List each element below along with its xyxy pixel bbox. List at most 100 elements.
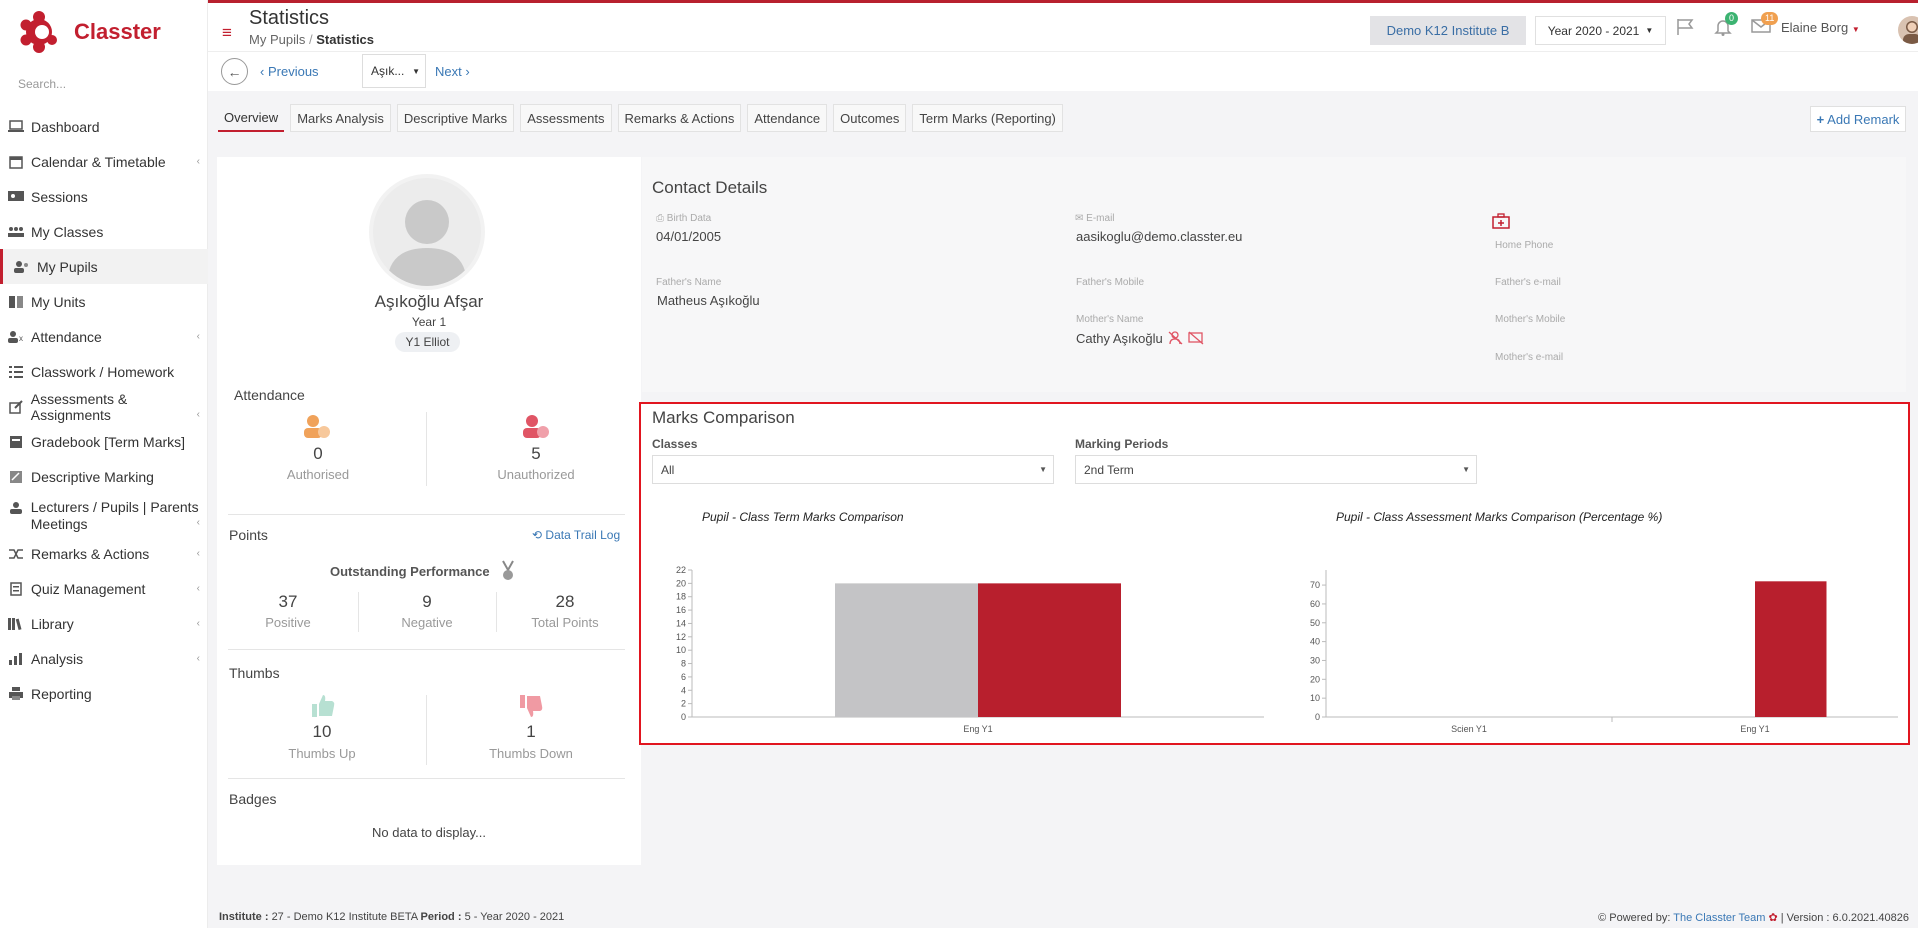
chevron-left-icon: ‹ [196,618,200,629]
pupil-class-badge: Y1 Elliot [395,332,460,352]
assessment-marks-chart: 0 10 20 30 40 50 60 70 Scien Y1 Eng Y1 [1310,570,1898,734]
sidebar-item-attendance[interactable]: x Attendance ‹ [0,319,208,354]
year-selector[interactable]: Year 2020 - 2021 ▼ [1535,16,1666,45]
thumbs-down-label: Thumbs Down [489,746,573,761]
sidebar-item-classwork[interactable]: Classwork / Homework [0,354,208,389]
marking-periods-label: Marking Periods [1075,437,1169,451]
classes-select[interactable]: All ▼ [652,455,1054,484]
hamburger-menu-icon[interactable]: ≡ [222,23,232,43]
birth-date-label-text: Birth Data [666,213,712,224]
sidebar-item-label: Sessions [31,188,88,205]
quiz-icon [8,581,24,596]
pupil-selector-value: Aşık... [371,64,405,78]
chevron-left-icon: ‹ [196,548,200,559]
shuffle-icon [8,547,24,561]
sidebar-item-my-pupils[interactable]: My Pupils [0,249,208,284]
caret-down-icon: ▼ [1039,465,1047,474]
next-button[interactable]: Next › [435,64,470,79]
library-icon [8,617,24,631]
thumbs-down-count: 1 [526,722,536,741]
negative-count: 9 [422,592,432,611]
avatar[interactable] [1898,16,1918,44]
sidebar-item-my-units[interactable]: My Units [0,284,208,319]
tab-remarks-actions[interactable]: Remarks & Actions [617,104,742,132]
tab-attendance[interactable]: Attendance [747,104,828,132]
sidebar-item-my-classes[interactable]: My Classes [0,214,208,249]
back-button[interactable]: ← [221,58,248,85]
x-tick-label: Scien Y1 [1451,724,1487,734]
app-logo[interactable]: Classter [18,10,178,54]
sidebar-item-library[interactable]: Library ‹ [0,606,208,641]
caret-down-icon: ▼ [1645,26,1654,35]
medical-kit-icon[interactable] [1492,213,1510,232]
sidebar-item-label: Dashboard [31,118,100,135]
y-tick-label: 10 [1310,693,1320,703]
add-remark-button[interactable]: + Add Remark [1810,106,1906,132]
tab-overview[interactable]: Overview [218,104,285,132]
classter-logo-icon [18,11,60,53]
tab-outcomes[interactable]: Outcomes [833,104,907,132]
sidebar-item-analysis[interactable]: Analysis ‹ [0,641,208,676]
sidebar-item-sessions[interactable]: Sessions [0,179,208,214]
data-trail-log-link[interactable]: ⟲ Data Trail Log [532,528,620,542]
chevron-left-icon: ‹ [196,409,200,420]
divider [426,695,427,765]
home-phone-label: Home Phone [1495,240,1554,251]
pupil-selector[interactable]: Aşık... ▼ [362,54,426,88]
y-tick-label: 0 [1315,712,1320,722]
footer-powered-link[interactable]: The Classter Team [1673,912,1765,924]
previous-button[interactable]: ‹ Previous [260,64,319,79]
sidebar-item-descriptive-marking[interactable]: Descriptive Marking [0,459,208,494]
sidebar-item-label: My Classes [31,223,104,240]
tab-term-marks[interactable]: Term Marks (Reporting) [912,104,1063,132]
birth-date-label: ⎙ Birth Data [656,213,711,224]
breadcrumb-my-pupils[interactable]: My Pupils [249,32,305,47]
tab-descriptive-marks[interactable]: Descriptive Marks [396,104,515,132]
edit-icon [8,399,24,414]
sidebar-item-meetings[interactable]: Lecturers / Pupils | Parents Meetings ‹ [0,494,208,536]
sidebar-item-quiz[interactable]: Quiz Management ‹ [0,571,208,606]
marking-periods-select[interactable]: 2nd Term ▼ [1075,455,1477,484]
divider [228,514,625,515]
total-points-count: 28 [555,592,575,611]
print-icon [8,686,24,701]
sidebar-search-input[interactable]: Search... [18,77,66,91]
contact-details-title: Contact Details [652,178,768,197]
divider [358,592,359,632]
message-slash-icon[interactable] [1188,331,1204,348]
tab-marks-analysis[interactable]: Marks Analysis [290,104,391,132]
sidebar-item-remarks[interactable]: Remarks & Actions ‹ [0,536,208,571]
chevron-right-icon: › [465,64,470,79]
institute-selector[interactable]: Demo K12 Institute B [1370,16,1526,45]
user-menu[interactable]: Elaine Borg ▼ [1781,20,1860,35]
y-tick-label: 40 [1310,637,1320,647]
sidebar-item-calendar[interactable]: Calendar & Timetable ‹ [0,144,208,179]
breadcrumb-current: Statistics [316,32,375,47]
positive-label: Positive [265,615,311,630]
authorised-count: 0 [313,444,323,463]
calendar-icon [8,155,24,169]
app-name: Classter [74,19,161,44]
envelope-icon: ✉ [1075,213,1084,224]
tab-assessments[interactable]: Assessments [520,104,612,132]
sidebar-item-label: Descriptive Marking [31,468,154,485]
chevron-left-icon: ‹ [196,331,200,342]
unauthorized-user-icon [521,414,551,443]
laptop-icon [8,120,24,134]
user-slash-icon[interactable] [1168,331,1184,348]
sidebar-item-label: Gradebook [Term Marks] [31,433,186,450]
mother-mobile-label: Mother's Mobile [1495,314,1566,325]
footer-powered-label: Powered by: [1609,912,1671,924]
thumbs-title: Thumbs [229,665,280,681]
sidebar-item-dashboard[interactable]: Dashboard [0,109,208,144]
y-tick-label: 16 [676,605,686,615]
sidebar-item-reporting[interactable]: Reporting [0,676,208,711]
sidebar-item-assessments[interactable]: Assessments & Assignments ‹ [0,389,208,424]
users-icon [14,260,30,274]
email-value[interactable]: aasikoglu@demo.classter.eu [1076,229,1242,244]
y-tick-label: 14 [676,618,686,628]
sidebar-item-label: Remarks & Actions [31,545,150,562]
sidebar-item-gradebook[interactable]: Gradebook [Term Marks] [0,424,208,459]
descriptive-icon [8,470,24,484]
flag-icon[interactable] [1675,18,1695,41]
